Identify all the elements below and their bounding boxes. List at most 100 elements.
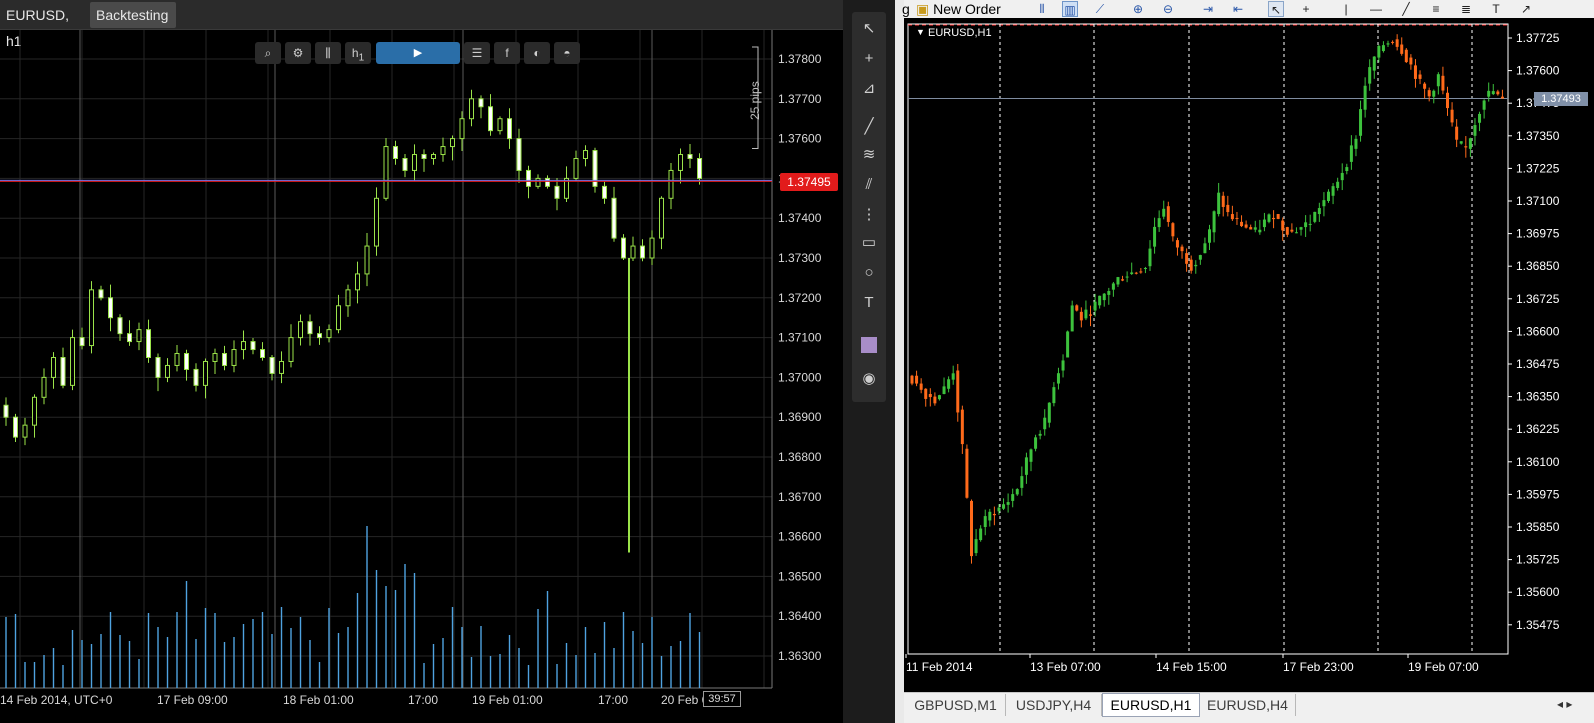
candle-body xyxy=(1500,96,1504,99)
candle-body xyxy=(1391,41,1395,43)
candle-body xyxy=(928,393,932,398)
candle-body xyxy=(1381,45,1385,52)
candle-body xyxy=(1491,91,1495,95)
candle-body xyxy=(1066,331,1070,358)
tab-eurusd-h4[interactable]: EURUSD,H4 xyxy=(1200,694,1296,716)
candle-body xyxy=(979,528,983,541)
play-button[interactable]: ▶ xyxy=(376,42,460,64)
candle-body xyxy=(374,197,379,247)
candle-body xyxy=(1034,437,1038,449)
tab-scroll-arrows[interactable]: ◂ ▸ xyxy=(1557,697,1572,711)
new-order-button[interactable]: ▣ New Order xyxy=(916,0,1001,18)
cursor-icon[interactable]: ↖ xyxy=(1268,1,1284,17)
facebook-icon[interactable]: f xyxy=(494,42,520,64)
candle-body xyxy=(1148,248,1152,267)
candle-body xyxy=(1432,90,1436,97)
bar-chart-icon[interactable]: ⫴ xyxy=(1034,1,1050,17)
left-chart-area[interactable]: 1.378001.377001.376001.375001.374001.373… xyxy=(0,30,843,723)
text-tool-icon[interactable]: T xyxy=(852,290,886,316)
candle-body xyxy=(345,289,351,307)
rectangle-tool-icon[interactable]: ▭ xyxy=(852,230,886,256)
incognito-icon[interactable]: ◓ xyxy=(554,42,580,64)
candle-body xyxy=(988,511,992,521)
color-swatch[interactable] xyxy=(861,337,877,353)
chart-title: EURUSD,H1 xyxy=(928,27,992,39)
tab-usdjpy-h4[interactable]: USDJPY,H4 xyxy=(1006,694,1102,716)
candle-body xyxy=(535,177,541,187)
autoscroll-icon[interactable]: ⇥ xyxy=(1200,1,1216,17)
trendline-icon[interactable]: ╱ xyxy=(1398,1,1414,17)
candle-body xyxy=(1024,457,1028,475)
candle-body xyxy=(22,424,28,438)
candle-body xyxy=(1308,223,1312,225)
ellipse-tool-icon[interactable]: ○ xyxy=(852,260,886,286)
candle-body xyxy=(1299,227,1303,230)
candle-body xyxy=(1413,65,1417,79)
chart-settings-icon[interactable]: ⚙ xyxy=(285,42,311,64)
chart-shift-icon[interactable]: ⇤ xyxy=(1230,1,1246,17)
right-candlestick-chart[interactable]: 1.377251.376001.374751.373501.372251.371… xyxy=(904,18,1594,692)
candle-body xyxy=(678,154,683,171)
candles-icon[interactable]: ⫼ xyxy=(315,42,341,64)
ctrader-chart-panel: EURUSD, h1 Backtesting 1.37800 1.37700 1.3… xyxy=(0,0,843,723)
vertical-line-icon[interactable]: | xyxy=(1338,1,1354,17)
horizontal-line-icon[interactable]: — xyxy=(1368,1,1384,17)
candle-body xyxy=(1262,219,1266,228)
bar-countdown: 39:57 xyxy=(703,691,741,707)
candle-body xyxy=(1153,226,1157,247)
window-divider[interactable] xyxy=(895,0,904,723)
trendline-tool-icon[interactable]: ╱ xyxy=(852,114,886,140)
candle-body xyxy=(1253,227,1257,230)
candle-body xyxy=(317,333,322,339)
fibonacci-icon[interactable]: ≣ xyxy=(1458,1,1474,17)
time-axis-label: 17 Feb 23:00 xyxy=(1283,660,1354,674)
channel-icon[interactable]: ≡ xyxy=(1428,1,1444,17)
candle-body xyxy=(440,146,446,156)
candle-body xyxy=(1130,272,1134,275)
line-chart-icon[interactable]: ⟋ xyxy=(1092,1,1108,17)
arrows-icon[interactable]: ↗ xyxy=(1518,1,1534,17)
time-axis-label: 19 Feb 01:00 xyxy=(472,693,543,707)
candlestick-icon[interactable]: ▥ xyxy=(1062,1,1078,17)
price-axis-label: 1.36975 xyxy=(1516,227,1560,241)
tab-eurusd-h1[interactable]: EURUSD, h1 xyxy=(0,2,86,49)
zoom-in-icon[interactable]: ⊕ xyxy=(1130,1,1146,17)
price-axis-label: 1.36350 xyxy=(1516,390,1560,404)
zoom-out-icon[interactable]: ⊖ xyxy=(1160,1,1176,17)
candle-body xyxy=(1166,206,1170,222)
text-icon[interactable]: T xyxy=(1488,1,1504,17)
candle-body xyxy=(1015,489,1019,495)
snapshot-tool-icon[interactable]: ◉ xyxy=(852,366,886,392)
crosshair-tool-icon[interactable]: + xyxy=(852,46,886,72)
time-axis-label: 11 Feb 2014 xyxy=(906,660,973,674)
candle-body xyxy=(89,289,94,347)
share-icon[interactable]: ◐ xyxy=(524,42,550,64)
candle-body xyxy=(1294,232,1298,234)
candle-body xyxy=(974,539,978,554)
timeframe-button[interactable]: h1 xyxy=(345,42,371,64)
measure-tool-icon[interactable]: ⊿ xyxy=(852,76,886,102)
tab-gbpusd-m1[interactable]: GBPUSD,M1 xyxy=(906,694,1006,716)
crosshair-icon[interactable]: + xyxy=(1298,1,1314,17)
tab-backtesting[interactable]: Backtesting xyxy=(90,2,176,28)
fibonacci-tool-icon[interactable]: ≋ xyxy=(852,142,886,168)
pointer-tool-icon[interactable]: ↖ xyxy=(852,16,886,42)
candle-body xyxy=(488,106,493,132)
zoom-icon[interactable]: ⌕ xyxy=(255,42,281,64)
price-axis-label: 1.35850 xyxy=(1516,520,1560,534)
candle-body xyxy=(1441,75,1445,91)
price-axis-label: 1.35475 xyxy=(1516,618,1560,632)
candle-body xyxy=(1276,214,1280,219)
tab-eurusd-h1[interactable]: EURUSD,H1 xyxy=(1102,693,1200,717)
candle-body xyxy=(1290,229,1294,232)
candle-body xyxy=(459,118,465,140)
candle-body xyxy=(1006,502,1010,505)
plot-frame xyxy=(907,23,1509,655)
candle-body xyxy=(1029,449,1033,462)
channel-tool-icon[interactable]: ⫽ xyxy=(852,172,886,198)
left-candlestick-chart[interactable]: 1.378001.377001.376001.375001.374001.373… xyxy=(0,30,843,723)
price-axis-label: 1.37400 xyxy=(778,211,822,225)
list-icon[interactable]: ☰ xyxy=(464,42,490,64)
candle-body xyxy=(951,373,955,380)
fib-grid-tool-icon[interactable]: ⋮ xyxy=(852,202,886,228)
